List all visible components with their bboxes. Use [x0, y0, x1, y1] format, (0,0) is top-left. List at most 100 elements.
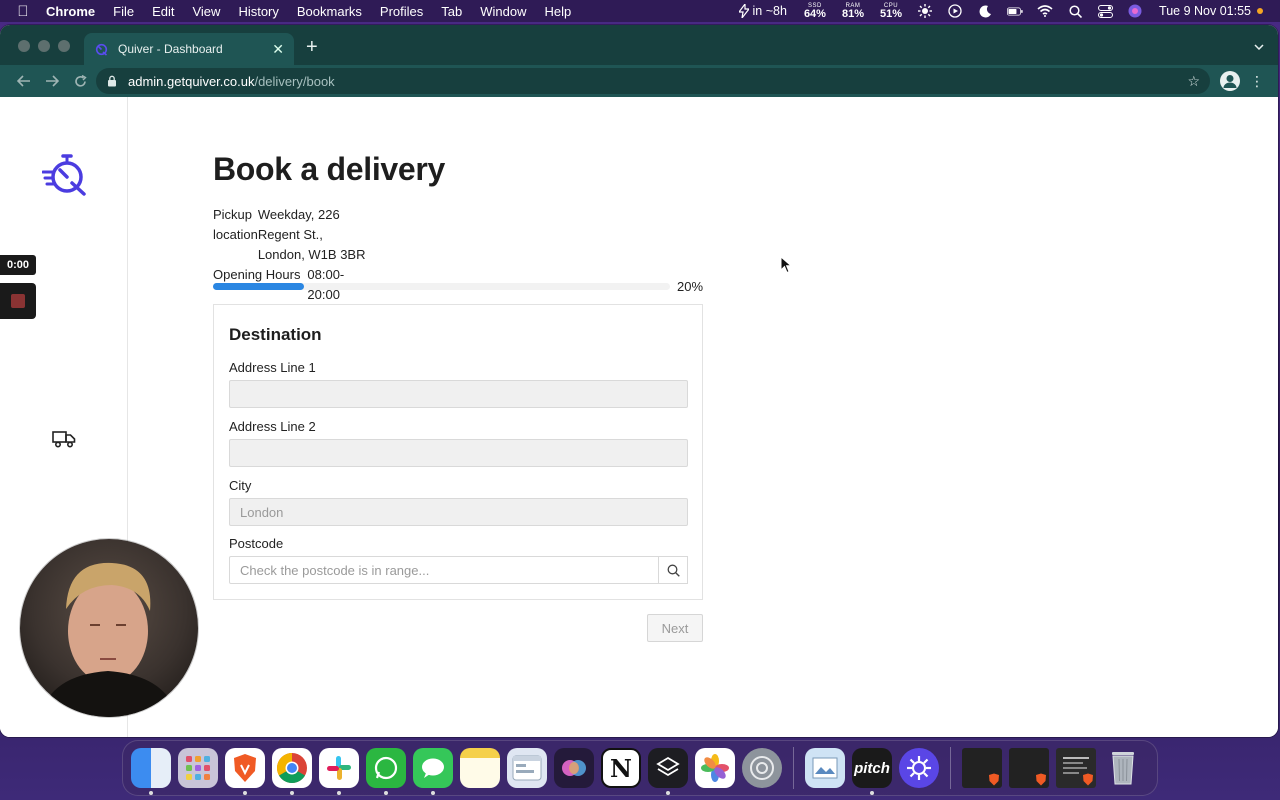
- postcode-label: Postcode: [229, 536, 284, 551]
- recording-timer: 0:00: [0, 255, 36, 275]
- cpu-stat[interactable]: CPU 51%: [872, 3, 910, 20]
- dock-launchpad-icon[interactable]: [178, 748, 218, 788]
- progress-percent: 20%: [677, 279, 704, 294]
- menu-view[interactable]: View: [183, 4, 229, 19]
- address-line-2-input[interactable]: [229, 439, 688, 467]
- menu-tab[interactable]: Tab: [432, 4, 471, 19]
- new-tab-icon[interactable]: +: [306, 37, 318, 57]
- dock-siri-icon[interactable]: [554, 748, 594, 788]
- moon-icon[interactable]: [977, 4, 993, 18]
- recording-indicator-icon: [1257, 8, 1263, 14]
- url-path: /delivery/book: [254, 73, 335, 89]
- menu-file[interactable]: File: [104, 4, 143, 19]
- close-tab-icon[interactable]: ✕: [272, 41, 284, 58]
- dock-brave-window-2-icon[interactable]: [1009, 748, 1049, 788]
- cpu-value: 51%: [880, 7, 903, 20]
- progress-track: [213, 283, 670, 290]
- dock-preview-icon[interactable]: [805, 748, 845, 788]
- dock-system-preferences-icon[interactable]: [742, 748, 782, 788]
- dock-messages-icon[interactable]: [413, 748, 453, 795]
- tab-search-chevron-icon[interactable]: [1254, 39, 1264, 53]
- zoom-window-button[interactable]: [58, 40, 70, 52]
- quiver-logo-icon[interactable]: [42, 153, 88, 197]
- address-line-1-input[interactable]: [229, 380, 688, 408]
- dock-brave-icon[interactable]: [225, 748, 265, 795]
- bolt-icon: [738, 4, 749, 18]
- spotlight-search-icon[interactable]: [1067, 4, 1083, 18]
- dock-pitch-icon[interactable]: pitch: [852, 748, 892, 795]
- dock-notion-icon[interactable]: N: [601, 748, 641, 788]
- dock-layers-icon[interactable]: [648, 748, 688, 795]
- destination-form: Destination Address Line 1 Address Line …: [213, 304, 703, 600]
- page-title: Book a delivery: [213, 151, 446, 187]
- address-bar[interactable]: admin.getquiver.co.uk/delivery/book ☆: [96, 68, 1210, 94]
- wifi-icon[interactable]: [1037, 4, 1053, 18]
- timer-status[interactable]: in ~8h: [730, 4, 796, 18]
- next-button[interactable]: Next: [647, 614, 703, 642]
- apple-icon[interactable]: : [0, 3, 46, 20]
- tab-bar: Quiver - Dashboard ✕ +: [0, 25, 1278, 65]
- back-arrow-icon[interactable]: [10, 67, 38, 95]
- pickup-location-value: Weekday, 226 Regent St., London, W1B 3BR: [257, 207, 366, 262]
- url-host: admin.getquiver.co.uk: [128, 73, 255, 89]
- progress-bar: 20%: [213, 279, 704, 294]
- ssd-value: 64%: [803, 7, 826, 20]
- dock-finder-icon[interactable]: [131, 748, 171, 795]
- menu-bar:  Chrome File Edit View History Bookmark…: [0, 0, 1280, 22]
- profile-avatar-icon[interactable]: [1220, 71, 1240, 91]
- reload-icon[interactable]: [66, 67, 94, 95]
- address-line-1-label: Address Line 1: [229, 360, 316, 375]
- menu-help[interactable]: Help: [536, 4, 581, 19]
- play-icon[interactable]: [947, 4, 963, 18]
- search-icon: [667, 564, 680, 577]
- clock[interactable]: Tue 9 Nov 01:55: [1150, 4, 1272, 18]
- city-label: City: [229, 478, 252, 493]
- more-menu-icon[interactable]: ⋮: [1250, 71, 1264, 91]
- ram-stat[interactable]: RAM 81%: [834, 3, 872, 20]
- siri-icon[interactable]: [1127, 4, 1143, 18]
- dock-document-window-icon[interactable]: [1056, 748, 1096, 788]
- timer-status-text: in ~8h: [752, 4, 787, 18]
- dock-photos-icon[interactable]: [695, 748, 735, 788]
- postcode-input[interactable]: Check the postcode is in range...: [229, 556, 659, 584]
- dock-trash-icon[interactable]: [1103, 748, 1143, 788]
- menu-bookmarks[interactable]: Bookmarks: [288, 4, 371, 19]
- lock-icon[interactable]: [106, 75, 118, 87]
- webcam-video: [40, 562, 178, 717]
- battery-icon[interactable]: [1007, 4, 1023, 18]
- bookmark-star-icon[interactable]: ☆: [1187, 73, 1200, 90]
- progress-fill: [213, 283, 305, 290]
- dock-chrome-icon[interactable]: [272, 748, 312, 795]
- clock-text: Tue 9 Nov 01:55: [1159, 4, 1251, 18]
- tab-quiver-dashboard[interactable]: Quiver - Dashboard ✕: [84, 33, 294, 65]
- dock-separator: [793, 747, 794, 789]
- brightness-icon[interactable]: [917, 4, 933, 18]
- menu-edit[interactable]: Edit: [143, 4, 183, 19]
- city-input[interactable]: London: [229, 498, 688, 526]
- menu-app-name[interactable]: Chrome: [46, 4, 104, 19]
- dock: N pitch: [122, 740, 1158, 796]
- menu-history[interactable]: History: [229, 4, 287, 19]
- dock-slack-icon[interactable]: [319, 748, 359, 795]
- close-window-button[interactable]: [18, 40, 30, 52]
- dock-finder-window-icon[interactable]: [507, 748, 547, 788]
- browser-toolbar: admin.getquiver.co.uk/delivery/book ☆ ⋮: [0, 65, 1278, 97]
- dock-brave-window-icon[interactable]: [962, 748, 1002, 788]
- pickup-location-label: Pickup location: [213, 207, 258, 242]
- forward-arrow-icon[interactable]: [38, 67, 66, 95]
- dock-separator-2: [950, 747, 951, 789]
- stop-recording-button[interactable]: [0, 283, 36, 319]
- menu-profiles[interactable]: Profiles: [371, 4, 432, 19]
- webcam-bubble[interactable]: [20, 539, 198, 717]
- window-controls: [18, 40, 70, 52]
- dock-whatsapp-icon[interactable]: [366, 748, 406, 795]
- delivery-truck-icon[interactable]: [52, 429, 76, 449]
- dock-notes-icon[interactable]: [460, 748, 500, 788]
- minimize-window-button[interactable]: [38, 40, 50, 52]
- postcode-search-button[interactable]: [659, 556, 688, 584]
- dock-pixelmator-icon[interactable]: [899, 748, 939, 788]
- control-center-icon[interactable]: [1097, 4, 1113, 18]
- menu-window[interactable]: Window: [471, 4, 535, 19]
- ram-value: 81%: [841, 7, 864, 20]
- ssd-stat[interactable]: SSD 64%: [796, 3, 834, 20]
